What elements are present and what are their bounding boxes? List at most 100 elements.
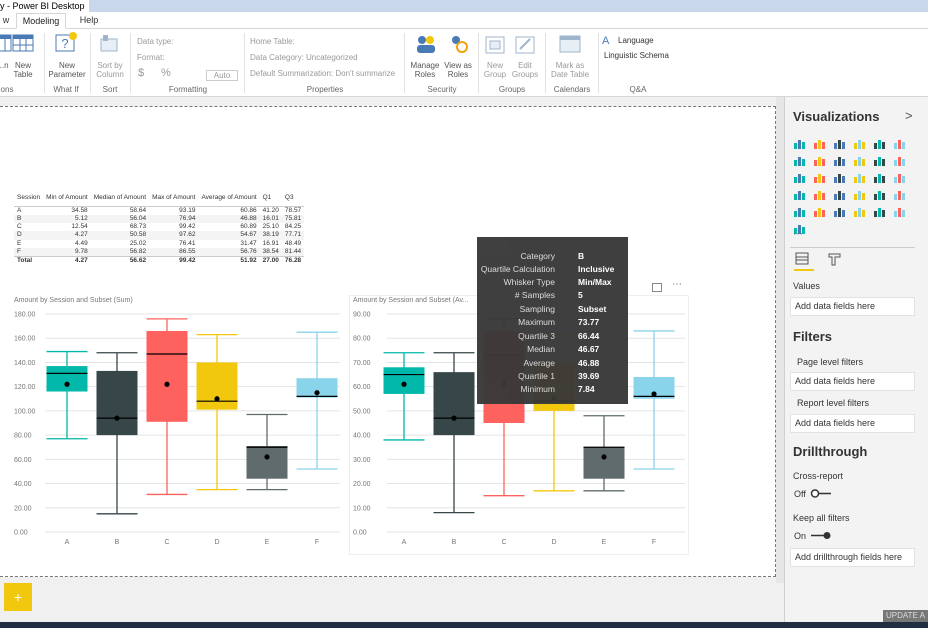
keep-all-filters-label: Keep all filters [793,513,850,523]
visual-type-icon[interactable] [793,172,806,183]
report-filters-well[interactable]: Add data fields here [790,414,915,433]
matrix-header[interactable]: Q3 [281,191,305,207]
visual-type-icon[interactable] [873,189,886,200]
group-label-groups: Groups [498,85,526,94]
visual-type-icon[interactable] [873,172,886,183]
visual-type-icon[interactable] [893,172,906,183]
fields-tab-icon[interactable] [795,252,810,266]
cell: 99.42 [179,223,196,231]
page-filters-well[interactable]: Add data fields here [790,372,915,391]
box [433,372,475,436]
matrix-table[interactable]: Session Min of Amount Median of Amount M… [14,191,305,266]
visual-type-icon[interactable] [813,155,826,166]
percent-button[interactable]: % [161,68,171,79]
format-tab-icon[interactable] [827,252,842,266]
total-row[interactable]: Total 4.27 56.62 99.42 51.92 27.00 76.28 [14,256,305,266]
manage-roles-button[interactable]: Manage Roles [409,61,441,79]
visual-type-icon[interactable] [893,138,906,149]
roles-icon [414,33,436,55]
visual-type-icon[interactable] [813,138,826,149]
table-row[interactable]: F 9.78 56.82 86.55 56.76 38.54 81.44 [14,247,305,257]
y-tick-label: 90.00 [353,312,371,319]
visual-type-icon[interactable] [813,189,826,200]
y-tick-label: 30.00 [353,457,371,464]
default-summarization-dropdown[interactable]: Default Summarization: Don't summarize [250,69,395,78]
visual-type-icon[interactable] [813,206,826,217]
visual-type-icon[interactable] [873,138,886,149]
add-page-button[interactable]: + [4,583,32,611]
tooltip-label: Quartile 3 [518,331,555,341]
cross-report-toggle[interactable] [810,489,832,498]
update-button[interactable]: UPDATE A [883,610,928,622]
new-group-button[interactable]: New Group [480,61,510,79]
drillthrough-well[interactable]: Add drillthrough fields here [790,548,915,567]
focus-mode-icon[interactable] [652,283,662,292]
tab-help[interactable]: Help [74,13,104,29]
y-tick-label: 100.00 [14,408,36,415]
visual-type-icon[interactable] [873,206,886,217]
language-dropdown[interactable]: Language [618,36,654,45]
linguistic-schema-dropdown[interactable]: Linguistic Schema [604,51,669,60]
visual-type-icon[interactable] [853,138,866,149]
visual-type-icon[interactable] [853,172,866,183]
y-tick-label: 40.00 [353,433,371,440]
data-category-dropdown[interactable]: Data Category: Uncategorized [250,53,358,62]
format-dropdown[interactable]: Format: [137,53,165,62]
edit-groups-button[interactable]: Edit Groups [510,61,540,79]
decimal-places-input[interactable]: Auto [206,70,238,81]
boxplot-chart-sum[interactable]: 0.00 20.00 40.00 60.00 80.00 100.00 120.00 140.… [0,306,345,550]
tab-view[interactable]: w [0,13,12,29]
visual-type-icon[interactable] [833,155,846,166]
cell: 31.47 [240,239,257,247]
matrix-header[interactable]: Median of Amount [90,191,150,207]
visual-type-icon[interactable] [833,206,846,217]
table-row[interactable]: E 4.49 25.02 76.41 31.47 16.91 48.49 [14,240,304,248]
group-label-formatting: Formatting [168,85,208,94]
y-tick-label: 40.00 [14,481,32,488]
canvas-scrollbar[interactable] [776,97,784,583]
visual-type-icon[interactable] [793,155,806,166]
edit-groups-icon [514,35,536,57]
mark-as-date-table-button[interactable]: Mark as Date Table [546,61,594,79]
keep-filters-toggle[interactable] [810,531,832,540]
visual-type-icon[interactable] [833,172,846,183]
matrix-header[interactable]: Min of Amount [43,191,91,207]
visual-type-icon[interactable] [793,206,806,217]
table-row[interactable]: A 34.58 58.64 93.19 60.86 41.20 78.57 [14,206,304,215]
new-parameter-button[interactable]: New Parameter [46,61,88,79]
visual-type-icon[interactable] [893,155,906,166]
visual-type-icon[interactable] [813,172,826,183]
sort-by-column-button[interactable]: Sort by Column [92,61,128,79]
visual-type-icon[interactable] [853,189,866,200]
tooltip-value: 46.67 [578,344,600,354]
home-table-dropdown[interactable]: Home Table: [250,37,295,46]
matrix-header[interactable]: Session [14,191,44,207]
more-visuals-icon[interactable]: ⋯ [793,229,803,240]
visual-type-icon[interactable] [893,206,906,217]
visual-type-icon[interactable] [833,138,846,149]
collapse-pane-button[interactable]: > [905,108,913,123]
new-table-button[interactable]: New Table [10,61,36,79]
currency-button[interactable]: $ [138,68,144,79]
matrix-header[interactable]: Max of Amount [149,191,199,207]
new-column-button[interactable]: ...n [0,61,10,70]
y-tick-label: 140.00 [14,360,36,367]
visual-type-icon[interactable] [853,206,866,217]
view-as-roles-button[interactable]: View as Roles [442,61,474,79]
visual-type-icon[interactable] [793,189,806,200]
tab-modeling[interactable]: Modeling [16,13,66,29]
visual-type-icon[interactable] [833,189,846,200]
cell: 60.86 [240,206,257,214]
data-type-dropdown[interactable]: Data type: [137,37,173,46]
visual-type-icon[interactable] [793,138,806,149]
matrix-header[interactable]: Average of Amount [198,191,260,207]
table-row[interactable]: D 4.27 50.58 97.62 54.67 38.19 77.71 [14,231,305,240]
more-options-icon[interactable]: ⋯ [672,279,682,290]
visual-type-icon[interactable] [873,155,886,166]
values-well[interactable]: Add data fields here [790,297,915,316]
visual-type-icon[interactable] [893,189,906,200]
visual-type-icon[interactable] [853,155,866,166]
matrix-header[interactable]: Q1 [259,191,282,207]
table-row[interactable]: B 5.12 56.04 76.94 46.88 16.01 75.81 [14,214,305,224]
table-row[interactable]: C 12.54 68.73 99.42 60.89 25.10 84.25 [14,223,304,231]
